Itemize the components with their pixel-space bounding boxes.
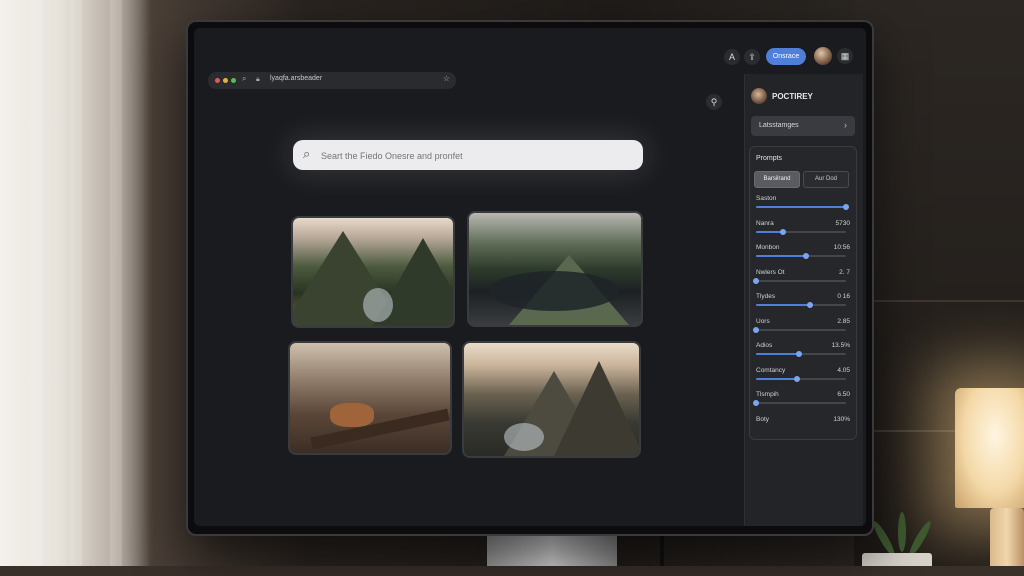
share-icon[interactable]: ⇪ [744,49,760,65]
slider-track[interactable] [756,351,846,357]
search-icon: ⌕ [303,146,311,161]
image-thumbnail[interactable] [462,341,641,458]
search-bar[interactable]: ⌕ [293,140,643,170]
curtain-fold [30,0,42,576]
slider-track[interactable] [756,228,846,235]
slider-value: 130% [833,415,850,423]
deer [330,403,374,427]
curtain-fold [70,0,82,576]
prompts-title: Prompts [756,155,783,162]
grid-icon[interactable]: ▦ [837,48,853,64]
slider-label: Monbon [756,244,780,251]
slider-label: Uors [756,317,770,325]
maximize-dot[interactable] [231,78,236,83]
slider-label: Tlydes [756,293,776,300]
slider-label: Nwlers Ot [756,268,785,276]
lake [489,271,619,311]
slider-track[interactable] [756,253,846,259]
slider-value: 4.05 [837,366,850,374]
lock-icon: 🔒︎ [256,76,260,83]
settings-panel: POCTIREY Latsstamges › Prompts Barsilran… [744,74,863,526]
slider-track[interactable] [756,302,846,308]
slider-value: 13.5% [831,342,850,349]
curtain-fold [110,0,122,576]
slider-knob[interactable] [802,253,809,259]
slider-value: 6.50 [837,391,850,398]
close-dot[interactable] [215,78,220,83]
slider-fill [756,353,800,355]
search-icon: ⌕ [242,74,247,83]
mountain [554,361,639,456]
image-thumbnail[interactable] [291,216,455,328]
chevron-right-icon: › [844,120,847,130]
lamp-shade [955,388,1024,508]
prompts-section: Prompts Barsilrand Aur Dod Saston Nanra 57… [749,146,857,440]
slider-fill [756,304,810,306]
slider-label: Boty [756,415,770,423]
slider-fill [756,206,846,208]
slider-track[interactable] [756,204,849,210]
plant-leaf [898,512,906,552]
slider-fill [756,230,783,233]
slider-label: Comtancy [756,366,786,374]
slider-label: Adios [756,342,773,349]
user-icon[interactable]: ⚲ [706,94,722,110]
slider-knob[interactable] [843,204,849,210]
slider-value: 5730 [835,219,850,227]
search-input[interactable] [319,144,633,168]
slider-value: 2.85 [837,317,850,325]
slider-track[interactable] [756,375,846,382]
bell-user-icon[interactable]: A [724,49,740,65]
slider-knob[interactable] [807,302,813,308]
slider-knob[interactable] [753,326,759,333]
slider-value: 2. 7 [839,268,850,276]
slider-value: 10:56 [833,244,850,251]
avatar[interactable] [814,47,832,65]
screen: A ⇪ Onsrace ▦ ⌕ 🔒︎ lyaqfa.arsbeader ☆ ⚲ … [194,28,866,526]
primary-button[interactable]: Onsrace [766,48,806,65]
slider-knob[interactable] [793,375,800,382]
monitor: A ⇪ Onsrace ▦ ⌕ 🔒︎ lyaqfa.arsbeader ☆ ⚲ … [186,20,874,536]
slider-track[interactable] [753,326,846,333]
image-thumbnail[interactable] [288,341,452,455]
template-dropdown[interactable]: Latsstamges › [751,116,855,136]
star-icon[interactable]: ☆ [443,74,450,83]
image-thumbnail[interactable] [467,211,643,327]
slider-fill [756,255,806,257]
wall-molding [874,300,1024,302]
slider-fill [756,377,797,380]
segment-option[interactable]: Barsilrand [754,171,800,188]
slider-label: Saston [756,195,777,202]
slider-knob[interactable] [780,228,786,235]
avatar[interactable] [751,88,767,104]
desk [0,566,1024,576]
segment-option[interactable]: Aur Dod [803,171,849,188]
slider-label: Nanra [756,219,774,227]
slider-track[interactable] [753,400,846,406]
river [363,288,393,322]
slider-knob[interactable] [753,400,759,406]
slider-knob[interactable] [753,277,759,284]
slider-knob[interactable] [796,351,803,357]
river [504,423,544,451]
url-text: lyaqfa.arsbeader [270,75,323,82]
slider-track[interactable] [753,277,846,284]
slider-label: Tlsmpih [756,391,779,398]
slider-value: 0 16 [837,293,850,300]
minimize-dot[interactable] [223,78,228,83]
dropdown-label: Latsstamges [759,122,799,129]
panel-title: POCTIREY [772,92,813,101]
address-bar[interactable]: ⌕ 🔒︎ lyaqfa.arsbeader ☆ [208,72,456,89]
